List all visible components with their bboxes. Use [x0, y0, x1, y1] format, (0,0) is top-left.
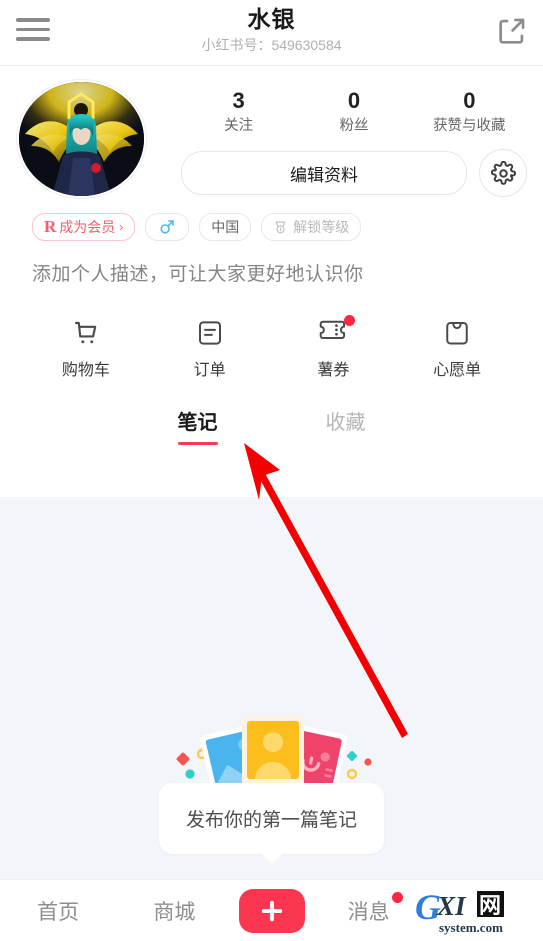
profile-tags: R 成为会员 › 中国 解锁等级: [16, 197, 527, 241]
become-member-tag[interactable]: R 成为会员 ›: [32, 213, 136, 241]
app-screen: 水银 小红书号：549630584 3 关注 0 粉丝 0 获赞与收藏 编辑资料…: [0, 0, 543, 941]
male-symbol-icon: [160, 220, 175, 234]
stat-followers[interactable]: 0 粉丝: [296, 88, 411, 137]
header-titles: 水银 小红书号：549630584: [0, 4, 543, 55]
stat-value: 0: [347, 88, 361, 113]
wishlist-bag-icon: [395, 316, 519, 350]
edit-profile-button[interactable]: 编辑资料: [181, 151, 467, 195]
quick-actions-row: 购物车 订单 薯券 心愿单: [16, 286, 527, 380]
quick-action-label: 订单: [193, 362, 226, 379]
messages-badge-dot: [391, 891, 403, 903]
member-r-mark: R: [44, 217, 57, 236]
profile-section: 3 关注 0 粉丝 0 获赞与收藏 编辑资料 R 成为会员 › 中国 解锁等级 …: [0, 66, 543, 449]
stat-likes-collects[interactable]: 0 获赞与收藏: [412, 88, 527, 137]
profile-actions: 编辑资料: [181, 149, 527, 197]
quick-action-coupons[interactable]: 薯券: [272, 314, 396, 380]
nav-label: 首页: [37, 900, 80, 924]
nav-messages[interactable]: 消息: [311, 891, 427, 926]
quick-action-cart[interactable]: 购物车: [24, 316, 148, 380]
bio-placeholder[interactable]: 添加个人描述，可让大家更好地认识你: [16, 241, 527, 286]
tab-label: 收藏: [325, 412, 366, 434]
create-post-button[interactable]: [238, 888, 305, 933]
quick-action-orders[interactable]: 订单: [148, 316, 272, 380]
order-document-icon: [148, 316, 272, 350]
nav-shop[interactable]: 商城: [116, 896, 232, 926]
notes-content-area: 发布你的第一篇笔记: [0, 497, 543, 880]
plus-icon: [261, 900, 282, 921]
quick-action-label: 购物车: [61, 362, 110, 379]
gender-tag[interactable]: [145, 213, 190, 241]
empty-state-bubble[interactable]: 发布你的第一篇笔记: [159, 783, 384, 864]
stat-value: 3: [232, 88, 245, 113]
stat-following[interactable]: 3 关注: [181, 88, 296, 137]
stat-label: 关注: [224, 118, 254, 134]
cart-icon: [24, 316, 148, 350]
nav-label: 商城: [153, 900, 196, 924]
quick-action-wishlist[interactable]: 心愿单: [395, 316, 519, 380]
region-tag[interactable]: 中国: [199, 213, 252, 241]
chevron-right-icon: ›: [119, 220, 124, 234]
tab-label: 笔记: [177, 412, 218, 434]
stats-row: 3 关注 0 粉丝 0 获赞与收藏: [181, 66, 527, 137]
medal-icon: [273, 220, 288, 235]
empty-state: 发布你的第一篇笔记: [0, 710, 543, 864]
stat-value: 0: [463, 88, 476, 113]
user-id-label: 小红书号：549630584: [201, 37, 342, 53]
app-header: 水银 小红书号：549630584: [0, 0, 543, 66]
member-label: 成为会员: [59, 219, 116, 235]
tab-collections[interactable]: 收藏: [322, 400, 370, 449]
avatar[interactable]: [17, 80, 146, 198]
region-label: 中国: [211, 219, 240, 235]
quick-action-label: 薯券: [317, 362, 350, 379]
unlock-level-label: 解锁等级: [293, 219, 350, 235]
nav-home[interactable]: 首页: [0, 896, 116, 926]
gear-icon[interactable]: [479, 149, 527, 197]
tab-active-underline: [177, 441, 218, 445]
unlock-level-tag[interactable]: 解锁等级: [261, 213, 362, 241]
nav-profile-spacer: ·: [427, 899, 543, 923]
coupon-ticket-icon: [272, 314, 396, 350]
stat-label: 粉丝: [339, 118, 369, 134]
stat-label: 获赞与收藏: [433, 118, 506, 134]
empty-state-message: 发布你的第一篇笔记: [185, 810, 357, 831]
tab-notes[interactable]: 笔记: [174, 400, 222, 449]
share-icon[interactable]: [495, 14, 529, 48]
nav-label: 消息: [347, 900, 390, 924]
quick-action-label: 心愿单: [433, 362, 482, 379]
content-tabs: 笔记 收藏: [16, 400, 527, 449]
coupon-badge-dot: [344, 314, 356, 326]
bottom-navigation: 首页 商城 消息 ·: [0, 879, 543, 941]
page-title: 水银: [247, 6, 296, 32]
